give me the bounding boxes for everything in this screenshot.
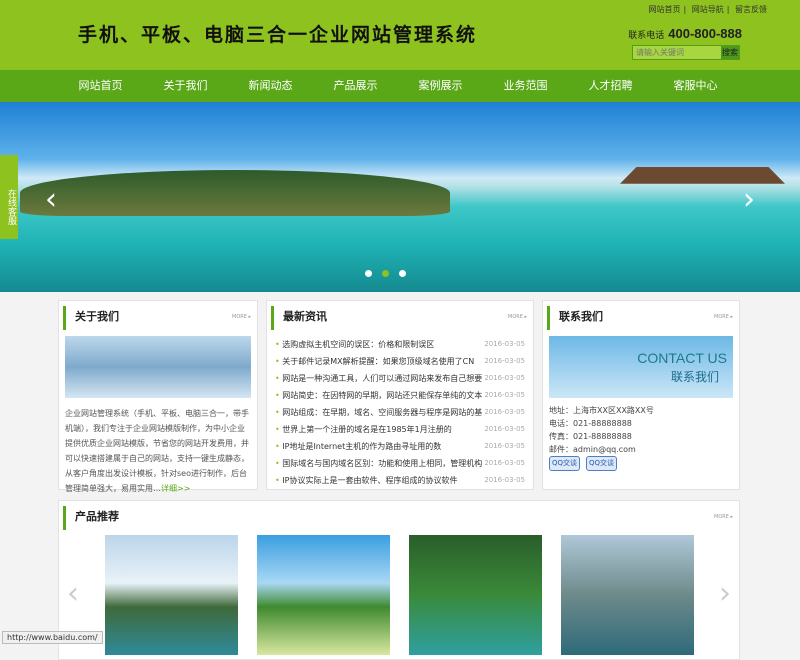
nav-home[interactable]: 网站首页 <box>58 70 143 102</box>
qq-chat-button[interactable]: QQ交谈 <box>586 456 618 471</box>
contact-heading: 联系我们 MORE ▸ <box>547 306 739 330</box>
about-box: 关于我们 MORE ▸ 企业网站管理系统（手机、平板、电脑三合一，带手机端），我们… <box>58 300 258 493</box>
product-carousel <box>105 535 694 655</box>
top-link-feedback[interactable]: 留言反馈 <box>735 5 767 14</box>
search-button[interactable]: 搜索 <box>721 46 739 59</box>
top-link-home[interactable]: 网站首页 <box>649 5 681 14</box>
contact-fax: 传真：021-88888888 <box>549 432 632 441</box>
nav-jobs[interactable]: 人才招聘 <box>568 70 653 102</box>
banner-island <box>20 170 450 216</box>
contact-box: 联系我们 MORE ▸ CONTACT US 联系我们 地址：上海市XX区XX路XX… <box>542 300 740 490</box>
products-more-link[interactable]: MORE ▸ <box>714 506 733 528</box>
products-prev-arrow-icon[interactable]: ‹ <box>67 576 79 611</box>
about-more-link[interactable]: MORE ▸ <box>232 306 251 328</box>
product-image[interactable] <box>561 535 694 655</box>
top-link-sitemap[interactable]: 网站导航 <box>692 5 724 14</box>
nav-news[interactable]: 新闻动态 <box>228 70 313 102</box>
news-box: 最新资讯MORE ▸ 选购虚拟主机空间的误区：价格和限制误区2016-03-05… <box>266 300 534 490</box>
news-item[interactable]: 网站是一种沟通工具，人们可以通过网站来发布自己想要2016-03-05 <box>267 370 533 387</box>
news-list: 选购虚拟主机空间的误区：价格和限制误区2016-03-05 关于邮件记录MX解析… <box>267 336 533 489</box>
about-image <box>65 336 251 398</box>
banner-next-arrow-icon[interactable]: › <box>743 182 755 217</box>
slide-dot[interactable] <box>365 270 372 277</box>
online-service-tab[interactable]: 在线客服 <box>0 155 18 239</box>
qq-chat-button[interactable]: QQ交谈 <box>549 456 581 471</box>
news-heading: 最新资讯 MORE ▸ <box>271 306 533 330</box>
news-item[interactable]: IP协议实际上是一套由软件、程序组成的协议软件2016-03-05 <box>267 472 533 489</box>
phone-number: 400-800-888 <box>668 26 742 41</box>
news-item[interactable]: 网站简史：在因特网的早期，网站还只能保存单纯的文本2016-03-05 <box>267 387 533 404</box>
main-nav: 网站首页 关于我们 新闻动态 产品展示 案例展示 业务范围 人才招聘 客服中心 <box>0 70 800 102</box>
products-next-arrow-icon[interactable]: › <box>719 576 731 611</box>
phone: 联系电话 400-800-888 <box>628 26 742 41</box>
news-item[interactable]: 国际域名与国内域名区别：功能和使用上相同，管理机构2016-03-05 <box>267 455 533 472</box>
news-item[interactable]: 选购虚拟主机空间的误区：价格和限制误区2016-03-05 <box>267 336 533 353</box>
slide-dot-active[interactable] <box>382 270 389 277</box>
nav-cases[interactable]: 案例展示 <box>398 70 483 102</box>
about-detail-link[interactable]: 详细>> <box>161 484 190 493</box>
news-item[interactable]: 关于邮件记录MX解析提醒：如果您顶级域名使用了CN2016-03-05 <box>267 353 533 370</box>
news-item[interactable]: 网站组成：在早期，域名、空间服务器与程序是网站的基2016-03-05 <box>267 404 533 421</box>
nav-products[interactable]: 产品展示 <box>313 70 398 102</box>
products-box: 产品推荐 MORE ▸ ‹ › <box>58 500 740 660</box>
contact-address: 地址：上海市XX区XX路XX号 <box>549 406 654 415</box>
search-input[interactable] <box>633 46 721 59</box>
banner-slider: ‹ › <box>0 102 800 292</box>
news-item[interactable]: 世界上第一个注册的域名是在1985年1月注册的2016-03-05 <box>267 421 533 438</box>
top-links: 网站首页 | 网站导航 | 留言反馈 <box>648 5 768 14</box>
product-image[interactable] <box>409 535 542 655</box>
product-image[interactable] <box>257 535 390 655</box>
contact-tel: 电话：021-88888888 <box>549 419 632 428</box>
browser-status-url: http://www.baidu.com/ <box>2 631 103 644</box>
contact-more-link[interactable]: MORE ▸ <box>714 306 733 328</box>
search-form: 搜索 <box>632 45 740 60</box>
products-heading: 产品推荐 MORE ▸ <box>63 506 739 530</box>
about-heading: 关于我们 MORE ▸ <box>63 306 257 330</box>
site-logo[interactable]: 手机、平板、电脑三合一企业网站管理系统 <box>78 20 477 47</box>
nav-about[interactable]: 关于我们 <box>143 70 228 102</box>
contact-info: 地址：上海市XX区XX路XX号 电话：021-88888888 传真：021-8… <box>549 404 733 471</box>
product-image[interactable] <box>105 535 238 655</box>
contact-image: CONTACT US 联系我们 <box>549 336 733 398</box>
news-item[interactable]: IP地址是Internet主机的作为路由寻址用的数2016-03-05 <box>267 438 533 455</box>
slide-dot[interactable] <box>399 270 406 277</box>
banner-huts <box>620 167 785 184</box>
news-more-link[interactable]: MORE ▸ <box>508 306 527 328</box>
header: 手机、平板、电脑三合一企业网站管理系统 网站首页 | 网站导航 | 留言反馈 联系电… <box>0 0 800 70</box>
nav-service[interactable]: 客服中心 <box>653 70 738 102</box>
about-text: 企业网站管理系统（手机、平板、电脑三合一，带手机端），我们专注于企业网站模版制作… <box>65 409 249 493</box>
contact-email: 邮件：admin@qq.com <box>549 445 636 454</box>
nav-business[interactable]: 业务范围 <box>483 70 568 102</box>
banner-prev-arrow-icon[interactable]: ‹ <box>45 182 57 217</box>
slide-dots <box>365 270 406 277</box>
